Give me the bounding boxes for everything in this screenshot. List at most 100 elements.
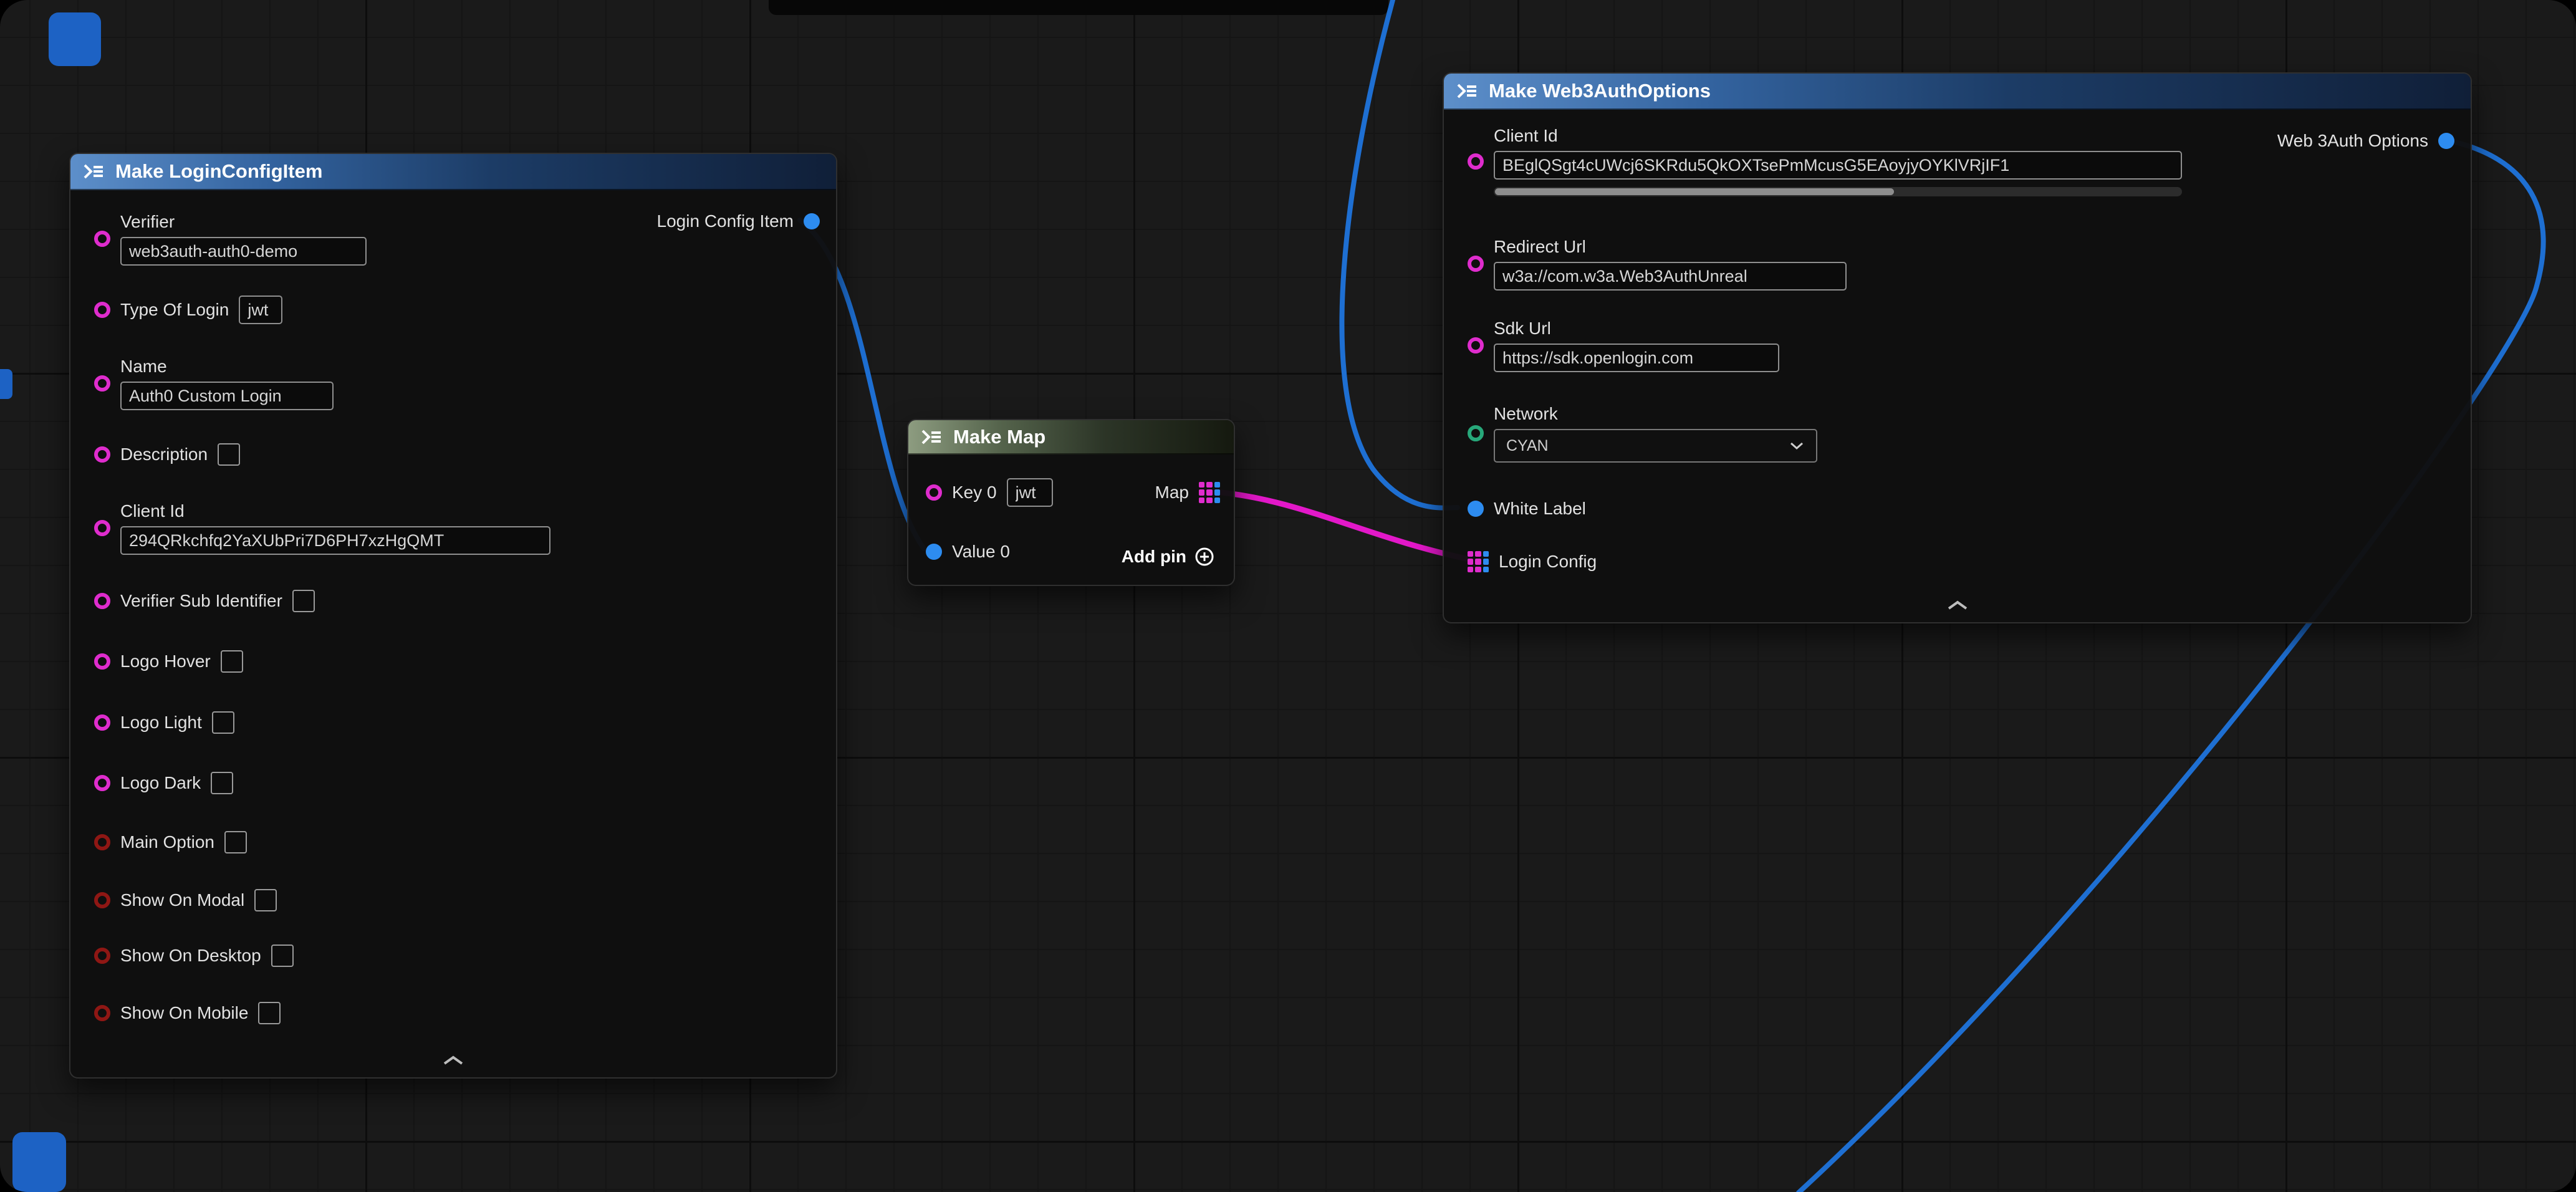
web3auth-options-output-label: Web 3Auth Options xyxy=(2277,131,2428,151)
node-header-make-map[interactable]: Make Map xyxy=(908,420,1234,454)
name-pin[interactable] xyxy=(94,375,110,392)
name-input[interactable] xyxy=(120,382,334,410)
show-on-modal-pin[interactable] xyxy=(94,892,110,908)
client-id-pin[interactable] xyxy=(1468,153,1484,170)
description-input[interactable] xyxy=(218,443,240,466)
name-label: Name xyxy=(120,357,334,377)
key0-pin[interactable] xyxy=(926,484,942,501)
white-label-label: White Label xyxy=(1494,499,1586,519)
verifier-label: Verifier xyxy=(120,212,367,232)
pin-row-type-of-login: Type Of Login xyxy=(94,294,282,325)
type-of-login-pin[interactable] xyxy=(94,302,110,318)
wire-map-to-loginconfig xyxy=(1216,492,1469,559)
collapse-chevron-icon[interactable] xyxy=(441,1054,466,1070)
sdk-url-input[interactable] xyxy=(1494,344,1779,372)
pin-row-map-out: Map xyxy=(1155,477,1220,508)
node-title: Make LoginConfigItem xyxy=(115,160,322,183)
logo-dark-label: Logo Dark xyxy=(120,773,201,793)
redirect-url-input[interactable] xyxy=(1494,262,1847,291)
blueprint-canvas[interactable]: Make LoginConfigItem Login Config Item V… xyxy=(0,0,2576,1192)
logo-hover-label: Logo Hover xyxy=(120,651,211,671)
show-on-desktop-checkbox[interactable] xyxy=(271,944,294,967)
show-on-mobile-checkbox[interactable] xyxy=(258,1002,281,1024)
node-make-web3authoptions[interactable]: Make Web3AuthOptions Web 3Auth Options C… xyxy=(1443,72,2472,623)
sdk-url-pin[interactable] xyxy=(1468,337,1484,353)
pin-row-logo-hover: Logo Hover xyxy=(94,646,243,677)
logo-light-input[interactable] xyxy=(212,711,234,734)
main-option-pin[interactable] xyxy=(94,834,110,850)
client-id-label: Client Id xyxy=(120,501,550,521)
pin-row-verifier-sub-identifier: Verifier Sub Identifier xyxy=(94,585,315,617)
show-on-mobile-pin[interactable] xyxy=(94,1005,110,1021)
network-pin[interactable] xyxy=(1468,425,1484,441)
description-pin[interactable] xyxy=(94,446,110,463)
type-of-login-label: Type Of Login xyxy=(120,300,229,320)
logo-dark-pin[interactable] xyxy=(94,775,110,791)
logo-hover-pin[interactable] xyxy=(94,653,110,670)
make-struct-icon xyxy=(83,162,105,181)
client-id-scrollbar-thumb[interactable] xyxy=(1495,188,1894,195)
client-id-scrollbar[interactable] xyxy=(1494,187,2182,196)
verifier-input[interactable] xyxy=(120,237,367,266)
show-on-mobile-label: Show On Mobile xyxy=(120,1003,248,1023)
client-id-pin[interactable] xyxy=(94,520,110,536)
make-struct-icon xyxy=(1456,82,1479,100)
login-config-pin[interactable] xyxy=(1468,551,1489,572)
web3auth-options-output-pin[interactable] xyxy=(2438,133,2454,149)
key0-input[interactable] xyxy=(1007,478,1053,507)
verifier-sub-identifier-pin[interactable] xyxy=(94,593,110,609)
node-header-make-loginconfigitem[interactable]: Make LoginConfigItem xyxy=(70,154,836,190)
add-pin-button[interactable]: Add pin xyxy=(1122,546,1215,567)
node-title: Make Map xyxy=(953,426,1045,448)
show-on-desktop-label: Show On Desktop xyxy=(120,946,261,966)
node-title: Make Web3AuthOptions xyxy=(1489,80,1711,102)
network-selected-value: CYAN xyxy=(1506,437,1549,455)
login-config-item-output-pin[interactable] xyxy=(804,213,820,229)
white-label-pin[interactable] xyxy=(1468,501,1484,517)
pin-row-main-option: Main Option xyxy=(94,827,247,858)
login-config-label: Login Config xyxy=(1499,552,1597,572)
make-map-icon xyxy=(921,428,943,446)
pin-row-redirect-url: Redirect Url xyxy=(1468,237,1847,291)
pin-row-login-config: Login Config xyxy=(1468,546,1597,577)
client-id-input[interactable] xyxy=(120,526,550,555)
pin-row-web3auth-options-out: Web 3Auth Options xyxy=(2277,125,2454,156)
pin-row-white-label: White Label xyxy=(1468,493,1586,524)
add-pin-row: Add pin xyxy=(1122,541,1215,572)
network-label: Network xyxy=(1494,404,1817,424)
pin-row-key0: Key 0 xyxy=(926,477,1053,508)
value0-label: Value 0 xyxy=(952,542,1010,562)
node-make-map[interactable]: Make Map Key 0 Value 0 Map Add pin xyxy=(907,419,1235,586)
verifier-pin[interactable] xyxy=(94,231,110,247)
logo-hover-input[interactable] xyxy=(221,650,243,673)
verifier-sub-identifier-input[interactable] xyxy=(292,590,315,612)
network-dropdown[interactable]: CYAN xyxy=(1494,429,1817,463)
login-config-item-output-label: Login Config Item xyxy=(657,211,794,231)
main-option-checkbox[interactable] xyxy=(224,831,247,853)
pin-row-logo-dark: Logo Dark xyxy=(94,767,233,799)
verifier-sub-identifier-label: Verifier Sub Identifier xyxy=(120,591,282,611)
value0-pin[interactable] xyxy=(926,544,942,560)
client-id-input[interactable] xyxy=(1494,151,2182,180)
logo-dark-input[interactable] xyxy=(211,772,233,794)
node-header-make-web3authoptions[interactable]: Make Web3AuthOptions xyxy=(1444,74,2471,110)
show-on-desktop-pin[interactable] xyxy=(94,948,110,964)
show-on-modal-checkbox[interactable] xyxy=(254,889,277,911)
pin-row-verifier: Verifier xyxy=(94,212,367,266)
redirect-url-pin[interactable] xyxy=(1468,256,1484,272)
node-make-loginconfigitem[interactable]: Make LoginConfigItem Login Config Item V… xyxy=(69,153,837,1079)
description-label: Description xyxy=(120,445,208,464)
add-pin-label: Add pin xyxy=(1122,547,1186,567)
wire-whitelabel xyxy=(1342,0,1458,508)
pin-row-show-on-modal: Show On Modal xyxy=(94,885,277,916)
pin-row-sdk-url: Sdk Url xyxy=(1468,319,1779,372)
pin-row-show-on-mobile: Show On Mobile xyxy=(94,997,281,1029)
offscreen-node-fragment-top xyxy=(769,0,1388,15)
collapse-chevron-icon[interactable] xyxy=(1945,599,1970,615)
type-of-login-input[interactable] xyxy=(239,296,282,324)
show-on-modal-label: Show On Modal xyxy=(120,890,244,910)
pin-row-client-id: Client Id xyxy=(1468,126,2182,196)
logo-light-pin[interactable] xyxy=(94,714,110,731)
main-option-label: Main Option xyxy=(120,832,214,852)
map-output-pin[interactable] xyxy=(1199,482,1220,503)
